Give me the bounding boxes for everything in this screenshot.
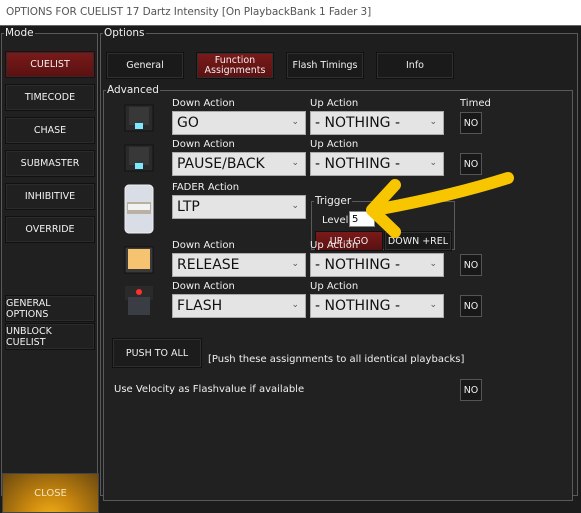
mode-legend: Mode: [5, 27, 34, 39]
fader-action-dropdown[interactable]: LTP ⌄: [172, 195, 306, 219]
up-action-dropdown[interactable]: - NOTHING - ⌄: [310, 111, 444, 135]
down-action-dropdown[interactable]: RELEASE ⌄: [172, 253, 306, 277]
up-action-dropdown[interactable]: - NOTHING - ⌄: [310, 253, 444, 277]
dropdown-value: - NOTHING -: [315, 298, 401, 314]
mode-chase-button[interactable]: CHASE: [5, 117, 95, 144]
up-action-label: Up Action: [310, 240, 359, 251]
tab-function-assignments[interactable]: Function Assignments: [196, 52, 274, 79]
dropdown-value: GO: [177, 115, 199, 131]
dropdown-value: PAUSE/BACK: [177, 156, 265, 172]
level-label: Level: [322, 215, 349, 226]
mode-submaster-button[interactable]: SUBMASTER: [5, 150, 95, 177]
unblock-cuelist-button[interactable]: UNBLOCK CUELIST: [5, 323, 95, 350]
general-options-button[interactable]: GENERAL OPTIONS: [5, 295, 95, 322]
chevron-down-icon: ⌄: [291, 117, 299, 127]
chevron-down-icon: ⌄: [429, 158, 437, 168]
dropdown-value: - NOTHING -: [315, 156, 401, 172]
tab-general[interactable]: General: [106, 52, 184, 79]
mode-timecode-button[interactable]: TIMECODE: [5, 84, 95, 111]
down-action-label: Down Action: [172, 139, 235, 150]
timed-toggle[interactable]: NO: [460, 112, 482, 134]
tab-info[interactable]: Info: [376, 52, 454, 79]
chevron-down-icon: ⌄: [429, 259, 437, 269]
chevron-down-icon: ⌄: [291, 158, 299, 168]
mode-group: Mode CUELIST TIMECODE CHASE SUBMASTER IN…: [1, 27, 99, 513]
timed-toggle[interactable]: NO: [460, 295, 482, 317]
level-input[interactable]: [349, 211, 375, 227]
up-action-label: Up Action: [310, 139, 359, 150]
down-action-label: Down Action: [172, 281, 235, 292]
dropdown-value: - NOTHING -: [315, 115, 401, 131]
push-to-all-button[interactable]: PUSH TO ALL: [112, 338, 202, 368]
chevron-down-icon: ⌄: [429, 300, 437, 310]
down-rel-button[interactable]: DOWN +REL: [384, 231, 452, 251]
advanced-legend: Advanced: [107, 84, 159, 96]
title-bar: OPTIONS FOR CUELIST 17 Dartz Intensity […: [0, 0, 581, 26]
options-legend: Options: [104, 27, 145, 39]
up-action-label: Up Action: [310, 281, 359, 292]
up-action-label: Up Action: [310, 98, 359, 109]
velocity-label: Use Velocity as Flashvalue if available: [114, 384, 305, 395]
dropdown-value: - NOTHING -: [315, 257, 401, 273]
down-action-label: Down Action: [172, 98, 235, 109]
down-action-dropdown[interactable]: PAUSE/BACK ⌄: [172, 152, 306, 176]
velocity-toggle[interactable]: NO: [460, 379, 482, 401]
chevron-down-icon: ⌄: [291, 201, 299, 211]
fader-icon: [122, 184, 156, 234]
dropdown-value: FLASH: [177, 298, 223, 314]
up-action-dropdown[interactable]: - NOTHING - ⌄: [310, 152, 444, 176]
chevron-down-icon: ⌄: [291, 259, 299, 269]
mode-override-button[interactable]: OVERRIDE: [5, 216, 95, 243]
timed-toggle[interactable]: NO: [460, 153, 482, 175]
down-action-dropdown[interactable]: GO ⌄: [172, 111, 306, 135]
down-action-dropdown[interactable]: FLASH ⌄: [172, 294, 306, 318]
up-action-dropdown[interactable]: - NOTHING - ⌄: [310, 294, 444, 318]
dropdown-value: RELEASE: [177, 257, 240, 273]
button-red-led-icon: [124, 285, 154, 315]
push-note: [Push these assignments to all identical…: [208, 354, 465, 365]
button-amber-icon: [124, 246, 154, 274]
options-window: Mode CUELIST TIMECODE CHASE SUBMASTER IN…: [0, 26, 581, 513]
chevron-down-icon: ⌄: [291, 300, 299, 310]
dropdown-value: LTP: [177, 199, 200, 215]
fader-action-label: FADER Action: [172, 182, 240, 193]
button-blue-led-icon: [124, 144, 154, 172]
close-button[interactable]: CLOSE: [2, 473, 99, 513]
tab-flash-timings[interactable]: Flash Timings: [286, 52, 364, 79]
options-group: Options General Function Assignments Fla…: [100, 27, 578, 501]
down-action-label: Down Action: [172, 240, 235, 251]
trigger-legend: Trigger: [315, 195, 352, 207]
timed-label: Timed: [460, 98, 491, 109]
advanced-group: Advanced Down Action GO ⌄ Up Action - NOT…: [103, 85, 573, 501]
mode-inhibitive-button[interactable]: INHIBITIVE: [5, 183, 95, 210]
mode-cuelist-button[interactable]: CUELIST: [5, 51, 95, 78]
button-blue-led-icon: [124, 104, 154, 132]
timed-toggle[interactable]: NO: [460, 254, 482, 276]
window-title: OPTIONS FOR CUELIST 17 Dartz Intensity […: [6, 6, 372, 18]
chevron-down-icon: ⌄: [429, 117, 437, 127]
